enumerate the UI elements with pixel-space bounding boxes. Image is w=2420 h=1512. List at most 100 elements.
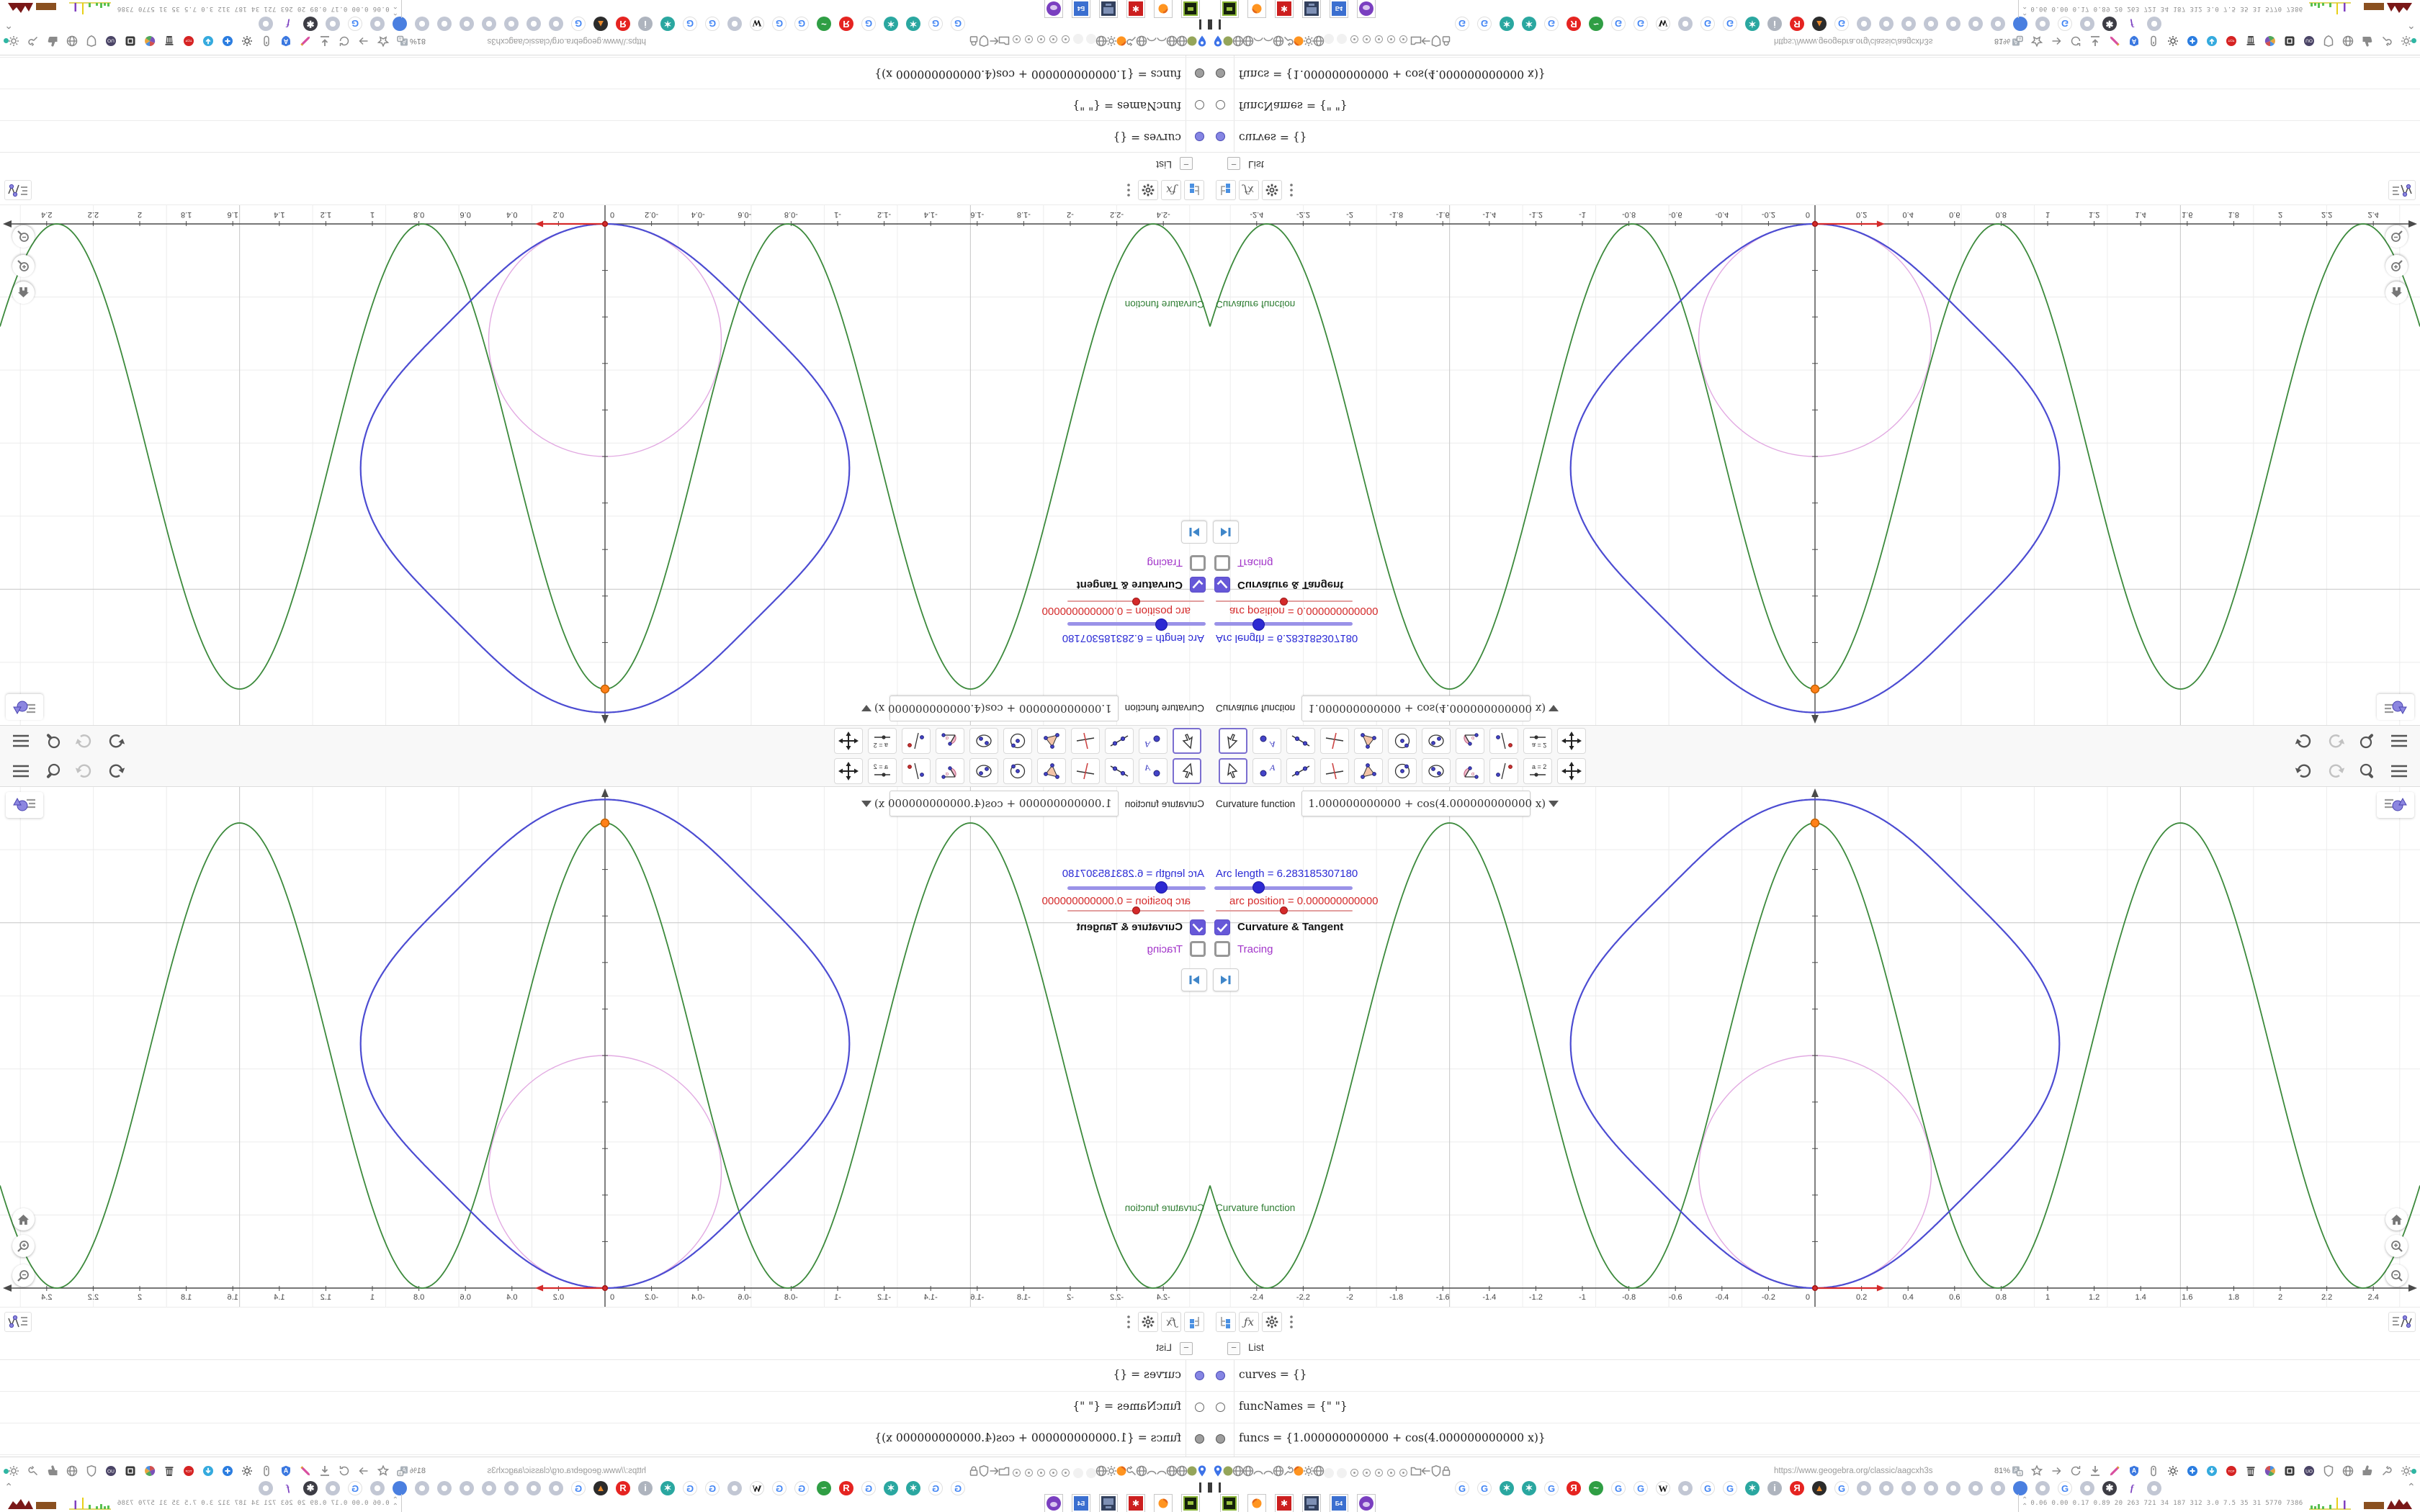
- lock-icon[interactable]: [967, 1464, 980, 1481]
- shield-icon[interactable]: [85, 1464, 98, 1481]
- tab-favicon-info[interactable]: i: [1767, 1481, 1782, 1495]
- function-dropdown[interactable]: 1.000000000000 + cos(4.000000000000 x): [861, 696, 1119, 721]
- globe-icon[interactable]: [66, 31, 79, 48]
- gear-icon[interactable]: [2400, 1464, 2413, 1481]
- redo-button[interactable]: [2325, 760, 2347, 782]
- arc-position-point[interactable]: [601, 1284, 609, 1292]
- taskbar-app-floppy[interactable]: Б4: [1330, 1494, 1348, 1512]
- arc-position-point[interactable]: [601, 220, 609, 228]
- tab-favicon-fl[interactable]: [1946, 17, 1960, 31]
- tool-ellipse[interactable]: [969, 728, 998, 754]
- tracing-checkbox[interactable]: [1190, 555, 1206, 571]
- tab-overflow-icon[interactable]: ⌃: [2407, 19, 2416, 31]
- tab-favicon-fl[interactable]: [460, 1481, 474, 1495]
- tool-polygon[interactable]: [1037, 758, 1066, 784]
- globe-icon[interactable]: [1095, 31, 1108, 48]
- graph-canvas[interactable]: -2.4 -2.2 -2 -1.8 -1.6 -1.4 -1.2 -1 -0.8 -0.6 -0.4…: [1210, 787, 2420, 1307]
- tab-favicon-knot[interactable]: ✶: [660, 17, 675, 31]
- arc-length-slider[interactable]: [1067, 886, 1206, 890]
- tool-reflect[interactable]: [1489, 758, 1518, 784]
- tab-favicon-G[interactable]: G: [772, 1481, 786, 1495]
- redo-button[interactable]: [73, 760, 95, 782]
- globe-icon[interactable]: [66, 1464, 79, 1481]
- taskbar-app-terminal[interactable]: [1220, 0, 1239, 18]
- play-step-button[interactable]: [1181, 521, 1207, 544]
- radio-dot-icon[interactable]: [1363, 35, 1371, 43]
- tab-favicon-G[interactable]: G: [1455, 17, 1469, 31]
- radio-dot-icon[interactable]: [1375, 35, 1383, 43]
- shield-icon[interactable]: [2322, 1464, 2335, 1481]
- tracing-checkbox[interactable]: [1190, 941, 1206, 957]
- radio-dot-icon[interactable]: [1037, 35, 1045, 43]
- tab-favicon-G[interactable]: G: [1611, 17, 1626, 31]
- curvature-value-point[interactable]: [600, 818, 610, 828]
- frame-icon[interactable]: [124, 1464, 137, 1481]
- tool-polygon[interactable]: [1354, 728, 1383, 754]
- tool-slider[interactable]: a = 2: [1523, 758, 1552, 784]
- tool-ellipse[interactable]: [1422, 758, 1451, 784]
- arc-length-slider[interactable]: [1214, 622, 1353, 626]
- fx-button[interactable]: ƒx: [1161, 1312, 1181, 1332]
- curvature-tangent-checkbox[interactable]: [1214, 919, 1230, 935]
- translate-blue-icon[interactable]: A: [2128, 31, 2141, 48]
- address-url[interactable]: https://www.geogebra.org/classic/aagcxh3…: [487, 1467, 646, 1475]
- visibility-marble[interactable]: [1216, 68, 1225, 78]
- mouse-icon[interactable]: [260, 1464, 273, 1481]
- curvature-value-point[interactable]: [600, 684, 610, 694]
- trash-icon[interactable]: [2244, 1464, 2257, 1481]
- tree-view-button[interactable]: [1184, 180, 1204, 200]
- tool-reflect[interactable]: [902, 758, 931, 784]
- tab-favicon-ya[interactable]: Я: [1567, 1481, 1581, 1495]
- tab-favicon-knot[interactable]: ✶: [1500, 17, 1514, 31]
- tab-favicon-f[interactable]: f: [2125, 1481, 2139, 1495]
- tab-favicon-fl[interactable]: [526, 1481, 541, 1495]
- tab-favicon-knot[interactable]: ✶: [1500, 1481, 1514, 1495]
- visibility-marble[interactable]: [1216, 1371, 1225, 1380]
- gear-button[interactable]: [1138, 180, 1158, 200]
- tab-favicon-fl[interactable]: [1901, 1481, 1916, 1495]
- pen-icon[interactable]: [299, 31, 312, 48]
- arc-length-slider-knob[interactable]: [1155, 618, 1168, 631]
- plus-circle-icon[interactable]: [2186, 31, 2199, 48]
- tab-favicon-knot[interactable]: ✶: [884, 17, 898, 31]
- taskbar-app-floppy[interactable]: Б4: [1072, 1494, 1090, 1512]
- collapse-button[interactable]: −: [1227, 1342, 1240, 1355]
- tab-favicon-fl[interactable]: [2080, 17, 2094, 31]
- undo-button[interactable]: [2293, 760, 2315, 782]
- tab-favicon-G[interactable]: G: [1544, 1481, 1559, 1495]
- tab-favicon-fl[interactable]: [259, 1481, 273, 1495]
- redo-button[interactable]: [2325, 730, 2347, 752]
- arrow-right-icon[interactable]: [2050, 1464, 2063, 1481]
- gear-button[interactable]: [1262, 1312, 1282, 1332]
- tool-line[interactable]: [1105, 758, 1134, 784]
- tab-favicon-G[interactable]: G: [1834, 1481, 1849, 1495]
- tab-favicon-G[interactable]: G: [951, 17, 965, 31]
- mouse-icon[interactable]: [2147, 31, 2160, 48]
- tab-favicon-fl[interactable]: [415, 1481, 429, 1495]
- collapse-button[interactable]: −: [1180, 1342, 1193, 1355]
- arc-position-point[interactable]: [1811, 220, 1819, 228]
- visibility-marble[interactable]: [1216, 1434, 1225, 1444]
- graphics-view[interactable]: -2.4 -2.2 -2 -1.8 -1.6 -1.4 -1.2 -1 -0.8 -0.6 -0.4…: [0, 787, 1210, 1307]
- gear-button[interactable]: [1138, 1312, 1158, 1332]
- tab-favicon-fl[interactable]: [1678, 1481, 1693, 1495]
- radio-dot-icon[interactable]: [1013, 1469, 1021, 1477]
- tool-reflect[interactable]: [1489, 728, 1518, 754]
- download-icon[interactable]: [2089, 31, 2102, 48]
- tab-favicon-fl[interactable]: [1901, 17, 1916, 31]
- arrow-right-icon[interactable]: [2050, 31, 2063, 48]
- translate-blue-icon[interactable]: A: [2128, 1464, 2141, 1481]
- thumb-icon[interactable]: [2361, 31, 2374, 48]
- function-dropdown[interactable]: 1.000000000000 + cos(4.000000000000 x): [1301, 696, 1559, 721]
- thumb-icon[interactable]: [46, 31, 59, 48]
- undo-button[interactable]: [105, 760, 127, 782]
- arrow-right-icon[interactable]: [357, 31, 370, 48]
- graphics-stylebar-button[interactable]: [6, 792, 43, 818]
- curvature-value-point[interactable]: [1810, 684, 1820, 694]
- tab-favicon-fl[interactable]: [504, 1481, 519, 1495]
- down-circle-icon[interactable]: [2205, 31, 2218, 48]
- home-button[interactable]: [12, 282, 35, 304]
- tab-favicon-geardark[interactable]: ✱: [2102, 17, 2117, 31]
- star-icon[interactable]: [377, 31, 390, 48]
- fx-button[interactable]: ƒx: [1239, 180, 1259, 200]
